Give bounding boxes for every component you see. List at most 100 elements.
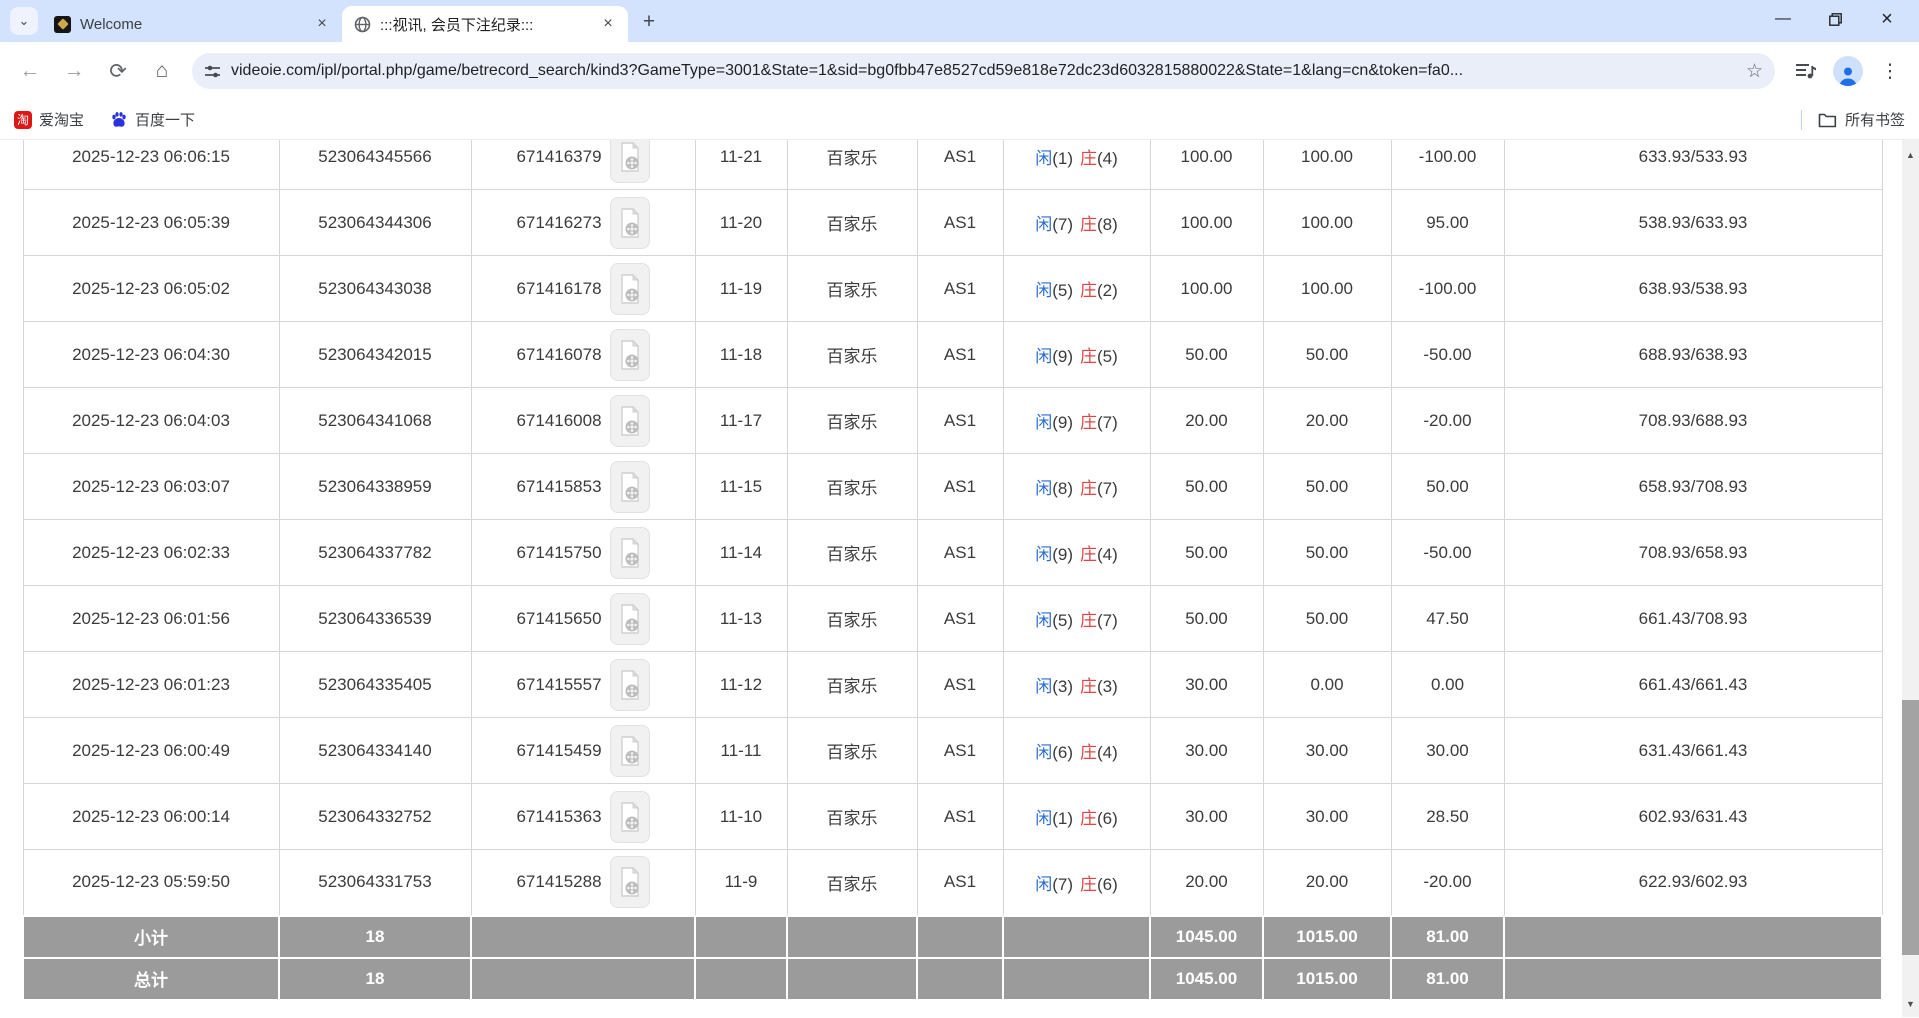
table-row: 2025-12-23 06:05:39 523064344306 6714162… <box>23 190 1882 256</box>
video-replay-icon[interactable] <box>610 329 650 381</box>
cell-bet-time: 2025-12-23 06:02:33 <box>23 520 279 586</box>
table-row: 2025-12-23 06:06:15 523064345566 6714163… <box>23 140 1882 190</box>
cell-bet-amount[interactable]: 50.00 <box>1150 586 1263 652</box>
zhuang-label: 庄 <box>1080 611 1097 630</box>
cell-bet-amount[interactable]: 50.00 <box>1150 454 1263 520</box>
scroll-up-arrow[interactable]: ▲ <box>1902 142 1919 168</box>
tab-close-icon[interactable]: × <box>312 14 332 34</box>
cell-valid-amount: 100.00 <box>1263 256 1391 322</box>
zhuang-label: 庄 <box>1080 347 1097 366</box>
cell-bet-amount[interactable]: 20.00 <box>1150 850 1263 916</box>
restore-button[interactable] <box>1809 0 1861 38</box>
cell-valid-amount: 30.00 <box>1263 718 1391 784</box>
cell-platform: AS1 <box>917 454 1003 520</box>
tab-search-button[interactable]: ⌄ <box>10 7 38 35</box>
cell-game-type: 百家乐 <box>787 520 917 586</box>
cell-table-number: 11-13 <box>695 586 787 652</box>
all-bookmarks-button[interactable]: 所有书签 <box>1801 109 1905 130</box>
cell-bet-number: 523064336539 <box>279 586 471 652</box>
chevron-down-icon: ⌄ <box>19 13 30 29</box>
cell-valid-amount: 0.00 <box>1263 652 1391 718</box>
video-replay-icon[interactable] <box>610 197 650 249</box>
profile-button[interactable] <box>1830 53 1866 89</box>
vertical-scrollbar[interactable]: ▲ ▼ <box>1902 140 1919 1017</box>
video-replay-icon[interactable] <box>610 140 650 183</box>
table-row: 2025-12-23 06:01:56 523064336539 6714156… <box>23 586 1882 652</box>
video-replay-icon[interactable] <box>610 725 650 777</box>
cell-bet-amount[interactable]: 100.00 <box>1150 190 1263 256</box>
close-window-button[interactable]: × <box>1861 0 1913 38</box>
cell-table-number: 11-15 <box>695 454 787 520</box>
cell-bet-amount[interactable]: 50.00 <box>1150 322 1263 388</box>
minimize-button[interactable]: — <box>1757 0 1809 38</box>
table-row: 2025-12-23 06:03:07 523064338959 6714158… <box>23 454 1882 520</box>
video-replay-icon[interactable] <box>610 527 650 579</box>
video-replay-icon[interactable] <box>610 659 650 711</box>
video-replay-icon[interactable] <box>610 461 650 513</box>
bookmark-star-icon[interactable]: ☆ <box>1746 60 1763 83</box>
cell-bet-amount[interactable]: 30.00 <box>1150 784 1263 850</box>
cell-balance: 708.93/688.93 <box>1504 388 1882 454</box>
cell-balance: 661.43/708.93 <box>1504 586 1882 652</box>
scroll-down-arrow[interactable]: ▼ <box>1902 991 1919 1017</box>
url-text[interactable]: videoie.com/ipl/portal.php/game/betrecor… <box>231 62 1746 80</box>
cell-win-loss: -100.00 <box>1391 140 1504 190</box>
cell-balance: 602.93/631.43 <box>1504 784 1882 850</box>
cell-result: 闲(1)庄(4) <box>1003 140 1150 190</box>
scrollbar-thumb[interactable] <box>1902 700 1919 955</box>
tab-welcome[interactable]: Welcome × <box>42 6 342 42</box>
xian-label: 闲 <box>1035 611 1052 630</box>
cell-game-number: 671415853 <box>471 454 695 520</box>
tab-betrecord[interactable]: :::视讯, 会员下注纪录::: × <box>342 6 628 42</box>
cell-valid-amount: 100.00 <box>1263 190 1391 256</box>
cell-result: 闲(7)庄(8) <box>1003 190 1150 256</box>
cell-result: 闲(5)庄(7) <box>1003 586 1150 652</box>
cell-bet-number: 523064345566 <box>279 140 471 190</box>
bookmark-taobao[interactable]: 淘 爱淘宝 <box>14 109 84 130</box>
xian-label: 闲 <box>1035 677 1052 696</box>
back-button[interactable]: ← <box>10 51 50 91</box>
browser-menu-button[interactable]: ⋮ <box>1872 53 1908 89</box>
reload-button[interactable]: ⟳ <box>98 51 138 91</box>
bookmark-baidu[interactable]: 百度一下 <box>110 109 195 130</box>
cell-balance: 622.93/602.93 <box>1504 850 1882 916</box>
xian-label: 闲 <box>1035 875 1052 894</box>
video-replay-icon[interactable] <box>610 593 650 645</box>
video-replay-icon[interactable] <box>610 263 650 315</box>
cell-bet-number: 523064341068 <box>279 388 471 454</box>
home-button[interactable]: ⌂ <box>142 51 182 91</box>
cell-bet-amount[interactable]: 30.00 <box>1150 718 1263 784</box>
cell-bet-time: 2025-12-23 06:00:49 <box>23 718 279 784</box>
forward-button[interactable]: → <box>54 51 94 91</box>
xian-label: 闲 <box>1035 347 1052 366</box>
cell-result: 闲(6)庄(4) <box>1003 718 1150 784</box>
video-replay-icon[interactable] <box>610 791 650 843</box>
cell-valid-amount: 50.00 <box>1263 520 1391 586</box>
cell-bet-time: 2025-12-23 05:59:50 <box>23 850 279 916</box>
folder-icon <box>1818 112 1837 128</box>
cell-bet-number: 523064334140 <box>279 718 471 784</box>
video-replay-icon[interactable] <box>610 856 650 908</box>
media-control-button[interactable] <box>1788 53 1824 89</box>
cell-game-number: 671415288 <box>471 850 695 916</box>
cell-bet-number: 523064335405 <box>279 652 471 718</box>
cell-table-number: 11-17 <box>695 388 787 454</box>
table-row: 2025-12-23 06:00:14 523064332752 6714153… <box>23 784 1882 850</box>
cell-bet-amount[interactable]: 20.00 <box>1150 388 1263 454</box>
cell-bet-amount[interactable]: 50.00 <box>1150 520 1263 586</box>
address-bar[interactable]: videoie.com/ipl/portal.php/game/betrecor… <box>192 53 1775 89</box>
new-tab-button[interactable]: + <box>634 7 664 37</box>
cell-win-loss: 47.50 <box>1391 586 1504 652</box>
cell-bet-amount[interactable]: 100.00 <box>1150 256 1263 322</box>
cell-bet-amount[interactable]: 100.00 <box>1150 140 1263 190</box>
cell-bet-number: 523064337782 <box>279 520 471 586</box>
tab-close-icon[interactable]: × <box>598 14 618 34</box>
zhuang-label: 庄 <box>1080 281 1097 300</box>
video-replay-icon[interactable] <box>610 395 650 447</box>
cell-win-loss: -50.00 <box>1391 520 1504 586</box>
table-row: 2025-12-23 06:01:23 523064335405 6714155… <box>23 652 1882 718</box>
cell-bet-amount[interactable]: 30.00 <box>1150 652 1263 718</box>
zhuang-label: 庄 <box>1080 743 1097 762</box>
cell-valid-amount: 50.00 <box>1263 454 1391 520</box>
zhuang-label: 庄 <box>1080 479 1097 498</box>
